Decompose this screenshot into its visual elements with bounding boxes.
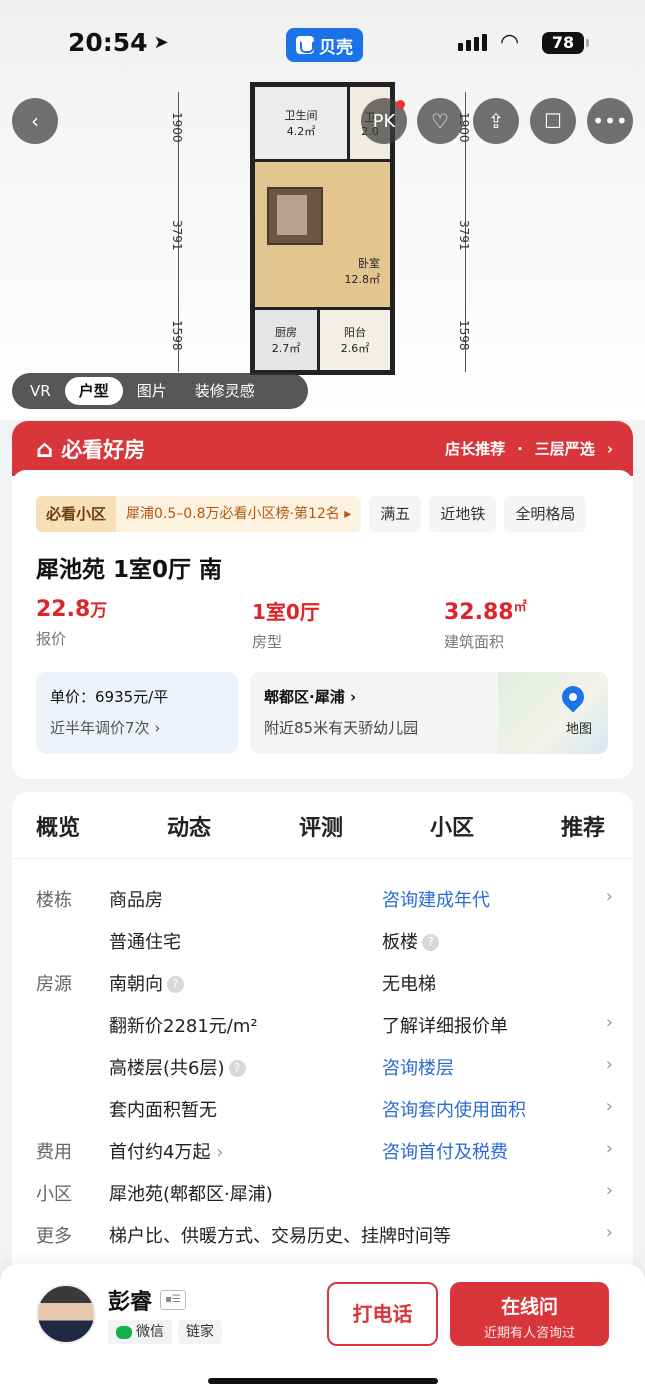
location-box[interactable]: 郫都区·犀浦 › 附近85米有天骄幼儿园 地图 <box>250 672 608 754</box>
detail-row[interactable]: 套内面积暂无 咨询套内使用面积 › <box>36 1096 613 1138</box>
more-button[interactable]: ••• <box>587 98 633 144</box>
detail-section: 概览 动态 评测 小区 推荐 楼栋 商品房 咨询建成年代 › 普通住宅 板楼? … <box>12 792 633 1312</box>
chevron-left-icon: ‹ <box>31 109 39 133</box>
room-bathroom: 卫生间 4.2㎡ <box>255 87 350 162</box>
location-arrow-icon: ➤ <box>153 32 169 53</box>
signal-icon <box>458 34 487 51</box>
listing-title: 犀池苑 1室0厅 南 <box>36 557 223 583</box>
chevron-right-icon: › <box>605 1180 613 1201</box>
help-icon[interactable]: ? <box>228 1060 246 1077</box>
must-see-banner[interactable]: ⌂ 必看好房 店长推荐 · 三层严选 › <box>12 421 633 476</box>
business-card-icon[interactable]: ▪☰ <box>160 1290 187 1310</box>
house-icon: ⌂ <box>36 434 54 463</box>
heart-icon: ♡ <box>431 109 449 133</box>
area-stat: 32.88㎡ 建筑面积 <box>444 600 527 651</box>
tab-divider <box>12 858 633 859</box>
detail-rows: 楼栋 商品房 咨询建成年代 › 普通住宅 板楼? 房源 南朝向? 无电梯 翻新价… <box>36 886 613 1264</box>
tag-bright-layout: 全明格局 <box>504 496 587 532</box>
tab-decor-ideas[interactable]: 装修灵感 <box>181 377 269 405</box>
dim-left-3: 1598 <box>170 320 184 351</box>
tab-recommend[interactable]: 推荐 <box>561 810 605 842</box>
map-pin-icon <box>557 681 589 713</box>
tab-floorplan[interactable]: 户型 <box>64 377 123 405</box>
layout-stat: 1室0厅 房型 <box>252 600 320 651</box>
detail-row[interactable]: 翻新价2281元/m² 了解详细报价单 › <box>36 1012 613 1054</box>
bed-shape <box>267 187 323 245</box>
dim-right-3: 1598 <box>457 320 471 351</box>
battery-icon: 78 <box>542 32 589 54</box>
notification-dot <box>396 100 405 109</box>
tab-photos[interactable]: 图片 <box>123 377 181 405</box>
dim-left-2: 3791 <box>170 220 184 251</box>
detail-row[interactable]: 高楼层(共6层)? 咨询楼层 › <box>36 1054 613 1096</box>
home-indicator[interactable] <box>208 1378 438 1384</box>
chevron-right-icon: › <box>605 1054 613 1075</box>
status-time: 20:54 ➤ <box>68 28 169 57</box>
agent-tags: 微信 链家 <box>108 1320 222 1344</box>
wechat-tag[interactable]: 微信 <box>108 1320 172 1344</box>
listing-summary-card: ⌂ 必看好房 店长推荐 · 三层严选 › 必看小区 犀浦0.5–0.8万必看小区… <box>12 421 633 779</box>
listing-info: 必看小区 犀浦0.5–0.8万必看小区榜·第12名 ▸ 满五 近地铁 全明格局 … <box>12 470 633 779</box>
message-button[interactable]: ☐ <box>530 98 576 144</box>
wifi-icon: ◠ <box>500 30 520 55</box>
banner-links: 店长推荐 · 三层严选 › <box>445 439 613 459</box>
pk-button[interactable]: PK <box>361 98 407 144</box>
share-button[interactable]: ⇪ <box>473 98 519 144</box>
detail-row[interactable]: 更多 梯户比、供暖方式、交易历史、挂牌时间等 › <box>36 1222 613 1264</box>
app-badge: 贝壳 <box>286 28 363 62</box>
pk-label: PK <box>372 110 396 132</box>
tag-near-metro: 近地铁 <box>429 496 497 532</box>
detail-row[interactable]: 小区 犀池苑(郫都区·犀浦) › <box>36 1180 613 1222</box>
help-icon[interactable]: ? <box>422 934 439 951</box>
tab-community[interactable]: 小区 <box>430 810 474 842</box>
agent-avatar[interactable] <box>36 1284 96 1344</box>
status-bar: 20:54 ➤ 贝壳 ◠ 78 <box>0 0 645 90</box>
more-dots-icon: ••• <box>592 109 628 133</box>
chevron-right-icon: › <box>605 1096 613 1117</box>
map-thumbnail[interactable]: 地图 <box>498 672 608 754</box>
dim-left-1: 1900 <box>170 112 184 143</box>
room-balcony: 阳台 2.6㎡ <box>320 307 390 370</box>
agent-name[interactable]: 彭睿 ▪☰ <box>108 1284 187 1316</box>
tab-vr[interactable]: VR <box>16 377 65 405</box>
room-kitchen: 厨房 2.7㎡ <box>255 307 320 370</box>
share-icon: ⇪ <box>487 109 505 133</box>
tab-updates[interactable]: 动态 <box>167 810 211 842</box>
detail-row[interactable]: 楼栋 商品房 咨询建成年代 › <box>36 886 613 928</box>
unit-price-box[interactable]: 单价：6935元/平 近半年调价7次 › <box>36 672 238 754</box>
dim-right-2: 3791 <box>457 220 471 251</box>
chevron-right-icon: › <box>349 688 357 706</box>
message-icon: ☐ <box>544 109 562 133</box>
back-button[interactable]: ‹ <box>12 98 58 144</box>
beike-logo-icon <box>296 36 314 54</box>
must-see-logo: ⌂ 必看好房 <box>36 434 146 463</box>
chevron-right-icon: › <box>154 719 161 737</box>
online-chat-button[interactable]: 在线问 近期有人咨询过 <box>450 1282 609 1346</box>
media-tabs: VR 户型 图片 装修灵感 <box>12 373 308 409</box>
tab-overview[interactable]: 概览 <box>36 810 80 846</box>
chevron-right-icon: › <box>605 1222 613 1243</box>
ranking-tag[interactable]: 必看小区 犀浦0.5–0.8万必看小区榜·第12名 ▸ <box>36 496 362 532</box>
wechat-icon <box>116 1325 132 1339</box>
chevron-right-icon: › <box>605 1138 613 1159</box>
detail-row[interactable]: 费用 首付约4万起 › 咨询首付及税费 › <box>36 1138 613 1180</box>
chevron-right-icon: › <box>606 439 613 458</box>
chevron-right-icon: › <box>605 1012 613 1033</box>
favorite-button[interactable]: ♡ <box>417 98 463 144</box>
price-stat: 22.8万 报价 <box>36 597 108 648</box>
tag-five-years: 满五 <box>369 496 422 532</box>
tag-row[interactable]: 必看小区 犀浦0.5–0.8万必看小区榜·第12名 ▸ 满五 近地铁 全明格局 <box>36 496 587 532</box>
call-button[interactable]: 打电话 <box>327 1282 438 1346</box>
detail-row: 普通住宅 板楼? <box>36 928 613 970</box>
help-icon[interactable]: ? <box>167 976 184 993</box>
chevron-right-icon: › <box>605 886 613 907</box>
tab-review[interactable]: 评测 <box>299 810 343 842</box>
company-tag: 链家 <box>178 1320 222 1344</box>
detail-row: 房源 南朝向? 无电梯 <box>36 974 436 995</box>
